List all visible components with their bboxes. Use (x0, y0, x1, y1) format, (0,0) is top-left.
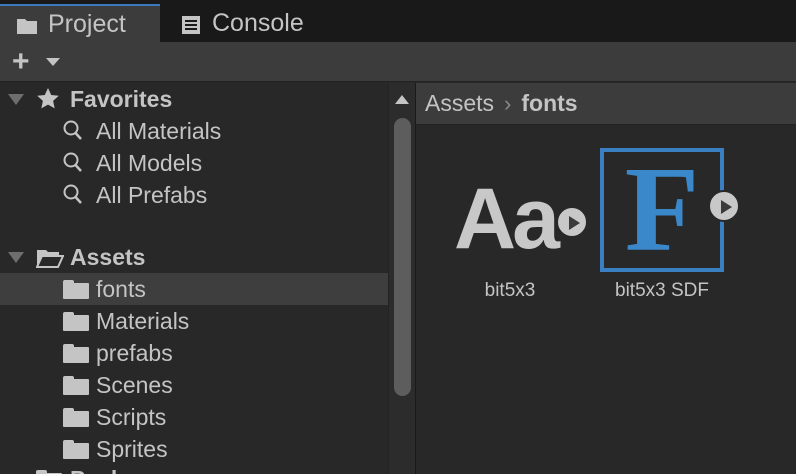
scrollbar-thumb[interactable] (394, 118, 411, 396)
folder-icon (63, 408, 89, 427)
folder-icon (16, 14, 38, 34)
search-icon (63, 120, 83, 142)
tab-project-label: Project (48, 9, 126, 38)
folder-tree: Favorites All Materials All Models All P… (0, 83, 388, 474)
asset-label: bit5x3 SDF (615, 280, 709, 301)
tree-item-materials[interactable]: Materials (0, 305, 388, 337)
tab-console[interactable]: Console (166, 4, 326, 42)
asset-bit5x3[interactable]: Aa bit5x3 (438, 156, 598, 316)
create-dropdown-icon[interactable] (46, 58, 60, 66)
tree-label: Scenes (96, 371, 173, 398)
tree-label: Favorites (70, 85, 173, 112)
project-toolbar: + (0, 42, 796, 82)
tab-project[interactable]: Project (0, 4, 160, 42)
tree-item-fonts[interactable]: fonts (0, 273, 388, 305)
tree-label: All Prefabs (96, 181, 208, 208)
breadcrumb-root[interactable]: Assets (425, 90, 494, 117)
folder-icon (63, 440, 89, 459)
breadcrumb: Assets › fonts (416, 83, 796, 125)
tree-assets-header[interactable]: Assets (0, 241, 388, 273)
fold-arrow-icon[interactable] (8, 94, 24, 105)
asset-label: bit5x3 (484, 280, 536, 301)
console-icon (180, 13, 202, 34)
tree-label: prefabs (96, 339, 173, 366)
tree-item-all-prefabs[interactable]: All Prefabs (0, 179, 388, 211)
expand-play-icon[interactable] (708, 190, 740, 222)
tree-item-sprites[interactable]: Sprites (0, 433, 388, 465)
chevron-right-icon: › (504, 90, 512, 116)
folder-icon (63, 376, 89, 395)
tree-label: Assets (70, 243, 146, 270)
search-icon (63, 152, 83, 174)
tree-label: Materials (96, 307, 190, 334)
tree-label: Scripts (96, 403, 167, 430)
tree-label: Sprites (96, 435, 168, 462)
tree-item-all-materials[interactable]: All Materials (0, 115, 388, 147)
asset-bit5x3-sdf[interactable]: F bit5x3 SDF (596, 148, 776, 328)
asset-grid: Aa bit5x3 F bit5x3 SDF (416, 126, 796, 474)
tree-item-prefabs[interactable]: prefabs (0, 337, 388, 369)
tree-label: Packages (70, 466, 176, 474)
open-folder-icon (35, 247, 65, 274)
fold-arrow-icon[interactable] (8, 252, 24, 263)
search-icon (63, 184, 83, 206)
tree-item-all-models[interactable]: All Models (0, 147, 388, 179)
tree-favorites-header[interactable]: Favorites (0, 83, 388, 115)
folder-icon (63, 280, 89, 299)
breadcrumb-current[interactable]: fonts (521, 90, 577, 117)
folder-icon (36, 470, 62, 474)
tab-console-label: Console (212, 8, 304, 37)
font-asset-icon: Aa (454, 171, 560, 267)
tree-scrollbar[interactable] (388, 83, 416, 474)
tree-label: fonts (96, 275, 146, 302)
create-button[interactable]: + (12, 47, 30, 77)
sdf-font-asset-icon: F (600, 148, 724, 272)
tree-packages-header[interactable]: Packages (0, 463, 388, 474)
folder-icon (63, 344, 89, 363)
folder-icon (63, 312, 89, 331)
scroll-up-icon[interactable] (395, 95, 409, 104)
tree-label: All Models (96, 149, 203, 176)
tree-item-scripts[interactable]: Scripts (0, 401, 388, 433)
sdf-preview-glyph: F (624, 148, 700, 272)
expand-play-icon[interactable] (556, 206, 588, 238)
tree-label: All Materials (96, 117, 222, 144)
star-icon (36, 87, 60, 116)
tree-item-scenes[interactable]: Scenes (0, 369, 388, 401)
window-tab-bar: Project Console (0, 0, 796, 42)
